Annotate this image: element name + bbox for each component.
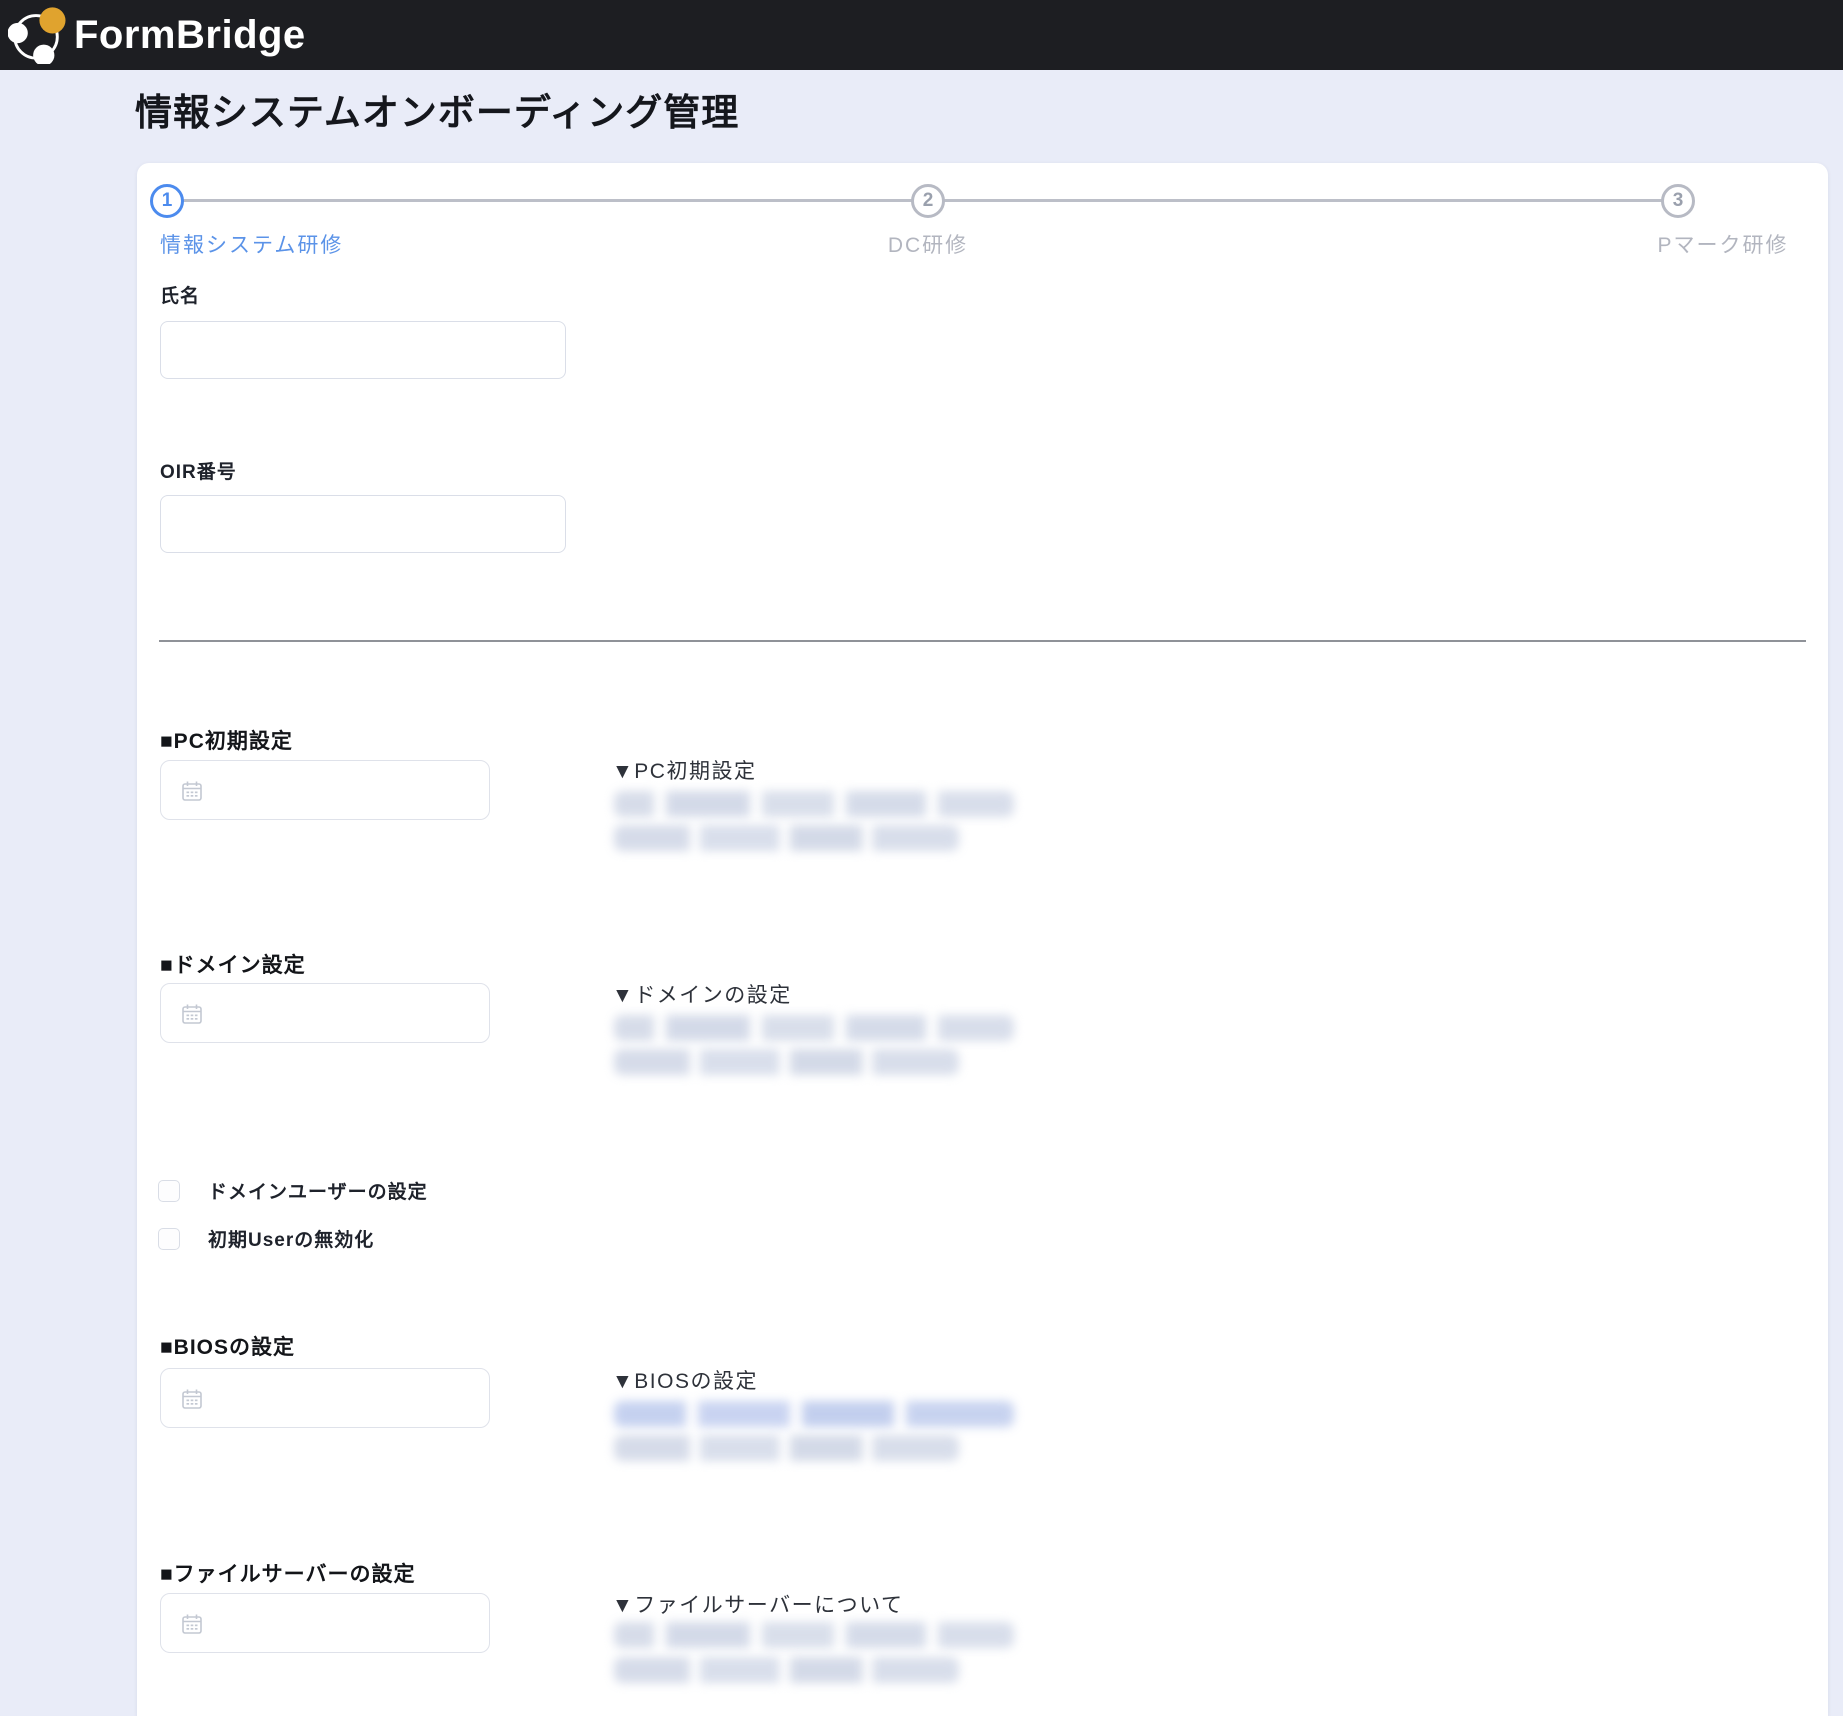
step-2-indicator: 2 (911, 184, 945, 218)
domain-setup-blurred-text-line (614, 1049, 959, 1075)
app-header: FormBridge (0, 0, 1843, 70)
pc-setup-blurred-text-line (614, 825, 959, 851)
file-server-date-input[interactable] (213, 1594, 485, 1652)
domain-setup-blurred-text-line (614, 1015, 1014, 1041)
step-1-indicator: 1 (150, 184, 184, 218)
pc-setup-date-input[interactable] (213, 761, 485, 819)
bios-setup-blurred-link-line (614, 1401, 1014, 1427)
step-3-label: Pマーク研修 (1657, 234, 1789, 257)
section-heading-domain-setup: ■ドメイン設定 (160, 954, 306, 977)
domain-setup-date-field[interactable] (160, 983, 490, 1043)
calendar-icon (181, 1388, 203, 1415)
calendar-icon (181, 780, 203, 807)
pc-setup-date-field[interactable] (160, 760, 490, 820)
bios-setup-info-heading: ▼BIOSの設定 (612, 1370, 758, 1393)
initial-user-disable-checkbox[interactable] (158, 1227, 180, 1250)
oir-number-input[interactable] (160, 495, 566, 553)
brand-name: FormBridge (74, 12, 306, 57)
domain-user-setup-checkbox[interactable] (158, 1179, 180, 1202)
calendar-icon (181, 1003, 203, 1030)
form-card: 1 2 3 情報システム研修 DC研修 Pマーク研修 氏名 OIR番号 ■PC初… (137, 163, 1828, 1716)
step-1-label: 情報システム研修 (160, 234, 344, 257)
pc-setup-blurred-text-line (614, 791, 1014, 817)
file-server-blurred-text-line (614, 1657, 959, 1683)
initial-user-disable-checkbox-row[interactable]: 初期Userの無効化 (158, 1225, 374, 1252)
section-heading-pc-setup: ■PC初期設定 (160, 730, 293, 753)
oir-number-field-label: OIR番号 (160, 462, 237, 483)
step-3-indicator: 3 (1661, 184, 1695, 218)
file-server-date-field[interactable] (160, 1593, 490, 1653)
file-server-info-heading: ▼ファイルサーバーについて (612, 1594, 904, 1617)
initial-user-disable-checkbox-label[interactable]: 初期Userの無効化 (208, 1225, 374, 1252)
domain-user-setup-checkbox-row[interactable]: ドメインユーザーの設定 (158, 1177, 428, 1204)
section-heading-file-server-setup: ■ファイルサーバーの設定 (160, 1563, 416, 1586)
bios-setup-date-input[interactable] (213, 1369, 485, 1427)
domain-user-setup-checkbox-label[interactable]: ドメインユーザーの設定 (208, 1177, 428, 1204)
page-title: 情報システムオンボーディング管理 (135, 92, 740, 133)
calendar-icon (181, 1613, 203, 1640)
brand-link[interactable]: FormBridge (7, 2, 306, 69)
bios-setup-date-field[interactable] (160, 1368, 490, 1428)
name-input[interactable] (160, 321, 566, 379)
file-server-blurred-text-line (614, 1622, 1014, 1648)
step-2-label: DC研修 (887, 234, 969, 257)
pc-setup-info-heading: ▼PC初期設定 (612, 760, 757, 783)
domain-setup-date-input[interactable] (213, 984, 485, 1042)
formbridge-logo-icon (7, 2, 66, 69)
section-heading-bios-setup: ■BIOSの設定 (160, 1336, 296, 1359)
bios-setup-blurred-text-line (614, 1435, 959, 1461)
domain-setup-info-heading: ▼ドメインの設定 (612, 984, 792, 1007)
section-divider (159, 640, 1806, 642)
name-field-label: 氏名 (160, 286, 201, 307)
